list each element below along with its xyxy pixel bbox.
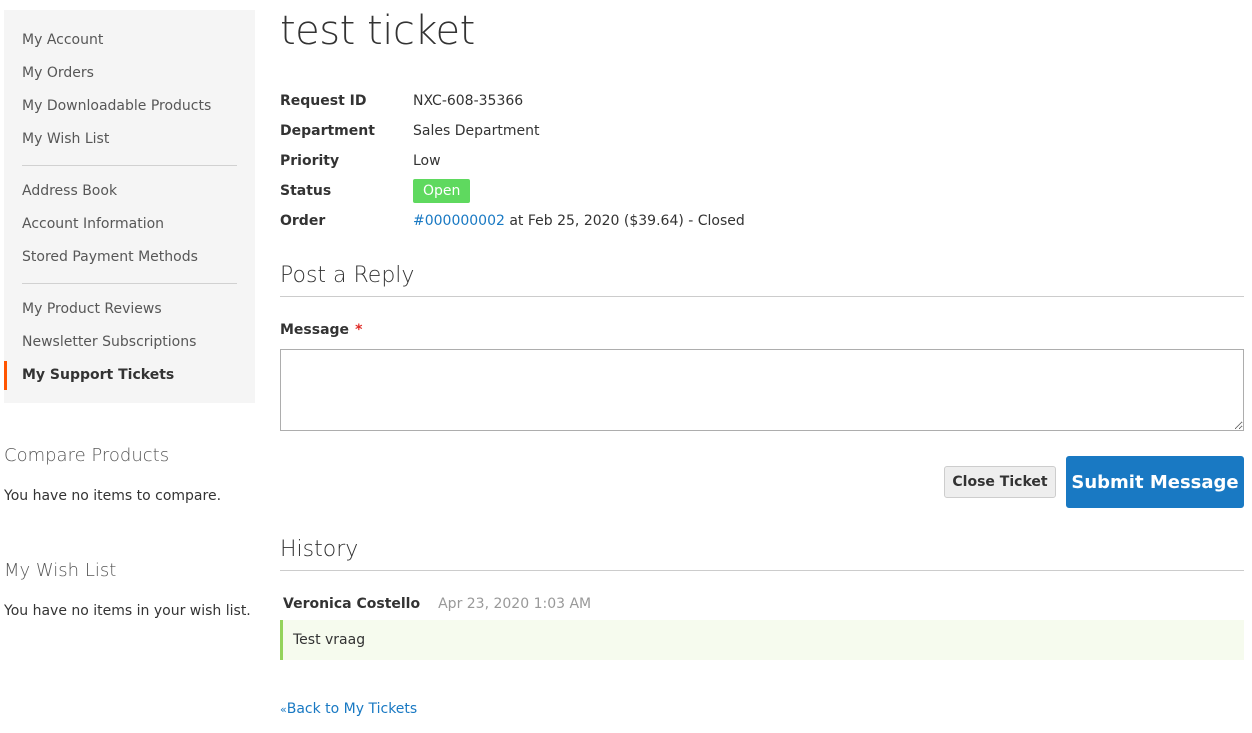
close-ticket-button[interactable]: Close Ticket (944, 466, 1056, 498)
department-label: Department (280, 123, 375, 139)
account-sidebar-nav: My Account My Orders My Downloadable Pro… (4, 10, 255, 403)
order-label: Order (280, 213, 326, 229)
order-details: at Feb 25, 2020 ($39.64) - Closed (504, 213, 745, 229)
order-value: #000000002 at Feb 25, 2020 ($39.64) - Cl… (413, 213, 745, 229)
submit-message-button[interactable]: Submit Message (1066, 456, 1244, 508)
order-number-link[interactable]: #000000002 (413, 213, 505, 229)
sidebar-item-my-wish-list[interactable]: My Wish List (4, 123, 255, 156)
sidebar-item-stored-payment-methods[interactable]: Stored Payment Methods (4, 241, 255, 274)
sidebar-item-address-book[interactable]: Address Book (4, 175, 255, 208)
back-arrow-icon: « (280, 703, 287, 716)
back-link-label: Back to My Tickets (286, 701, 418, 717)
info-row-status: Status Open (280, 176, 745, 206)
history-message: Test vraag (280, 620, 1244, 660)
sidebar-item-my-product-reviews[interactable]: My Product Reviews (4, 293, 255, 326)
sidebar-divider (22, 165, 237, 166)
wishlist-title: My Wish List (4, 560, 117, 581)
post-reply-title: Post a Reply (280, 263, 1244, 297)
page-title: test ticket (280, 8, 475, 54)
sidebar-item-newsletter-subscriptions[interactable]: Newsletter Subscriptions (4, 326, 255, 359)
info-row-request-id: Request ID NXC-608-35366 (280, 86, 745, 116)
sidebar-item-my-support-tickets[interactable]: My Support Tickets (4, 359, 255, 392)
priority-value: Low (413, 153, 441, 169)
wishlist-empty-text: You have no items in your wish list. (4, 603, 251, 619)
history-author: Veronica Costello (283, 596, 421, 612)
status-label: Status (280, 183, 332, 199)
message-label: Message * (280, 322, 363, 338)
sidebar-item-my-orders[interactable]: My Orders (4, 57, 255, 90)
sidebar-item-my-account[interactable]: My Account (4, 24, 255, 57)
info-row-department: Department Sales Department (280, 116, 745, 146)
status-badge: Open (413, 179, 471, 203)
info-row-order: Order #000000002 at Feb 25, 2020 ($39.64… (280, 206, 745, 236)
compare-products-empty-text: You have no items to compare. (4, 488, 222, 504)
request-id-value: NXC-608-35366 (413, 93, 524, 109)
history-date: Apr 23, 2020 1:03 AM (438, 596, 592, 612)
department-value: Sales Department (413, 123, 540, 139)
info-row-priority: Priority Low (280, 146, 745, 176)
sidebar-divider (22, 283, 237, 284)
message-textarea[interactable] (280, 349, 1244, 431)
ticket-info-table: Request ID NXC-608-35366 Department Sale… (280, 86, 745, 236)
history-title: History (280, 537, 1244, 571)
compare-products-title: Compare Products (4, 445, 170, 466)
compare-products-block: Compare Products You have no items to co… (4, 445, 254, 504)
back-to-tickets-link[interactable]: «Back to My Tickets (280, 701, 417, 717)
sidebar-item-my-downloadable-products[interactable]: My Downloadable Products (4, 90, 255, 123)
required-asterisk: * (355, 322, 363, 338)
priority-label: Priority (280, 153, 340, 169)
wishlist-block: My Wish List You have no items in your w… (4, 560, 254, 619)
sidebar-item-account-information[interactable]: Account Information (4, 208, 255, 241)
history-entry-meta: Veronica Costello Apr 23, 2020 1:03 AM (283, 596, 591, 612)
request-id-label: Request ID (280, 93, 367, 109)
